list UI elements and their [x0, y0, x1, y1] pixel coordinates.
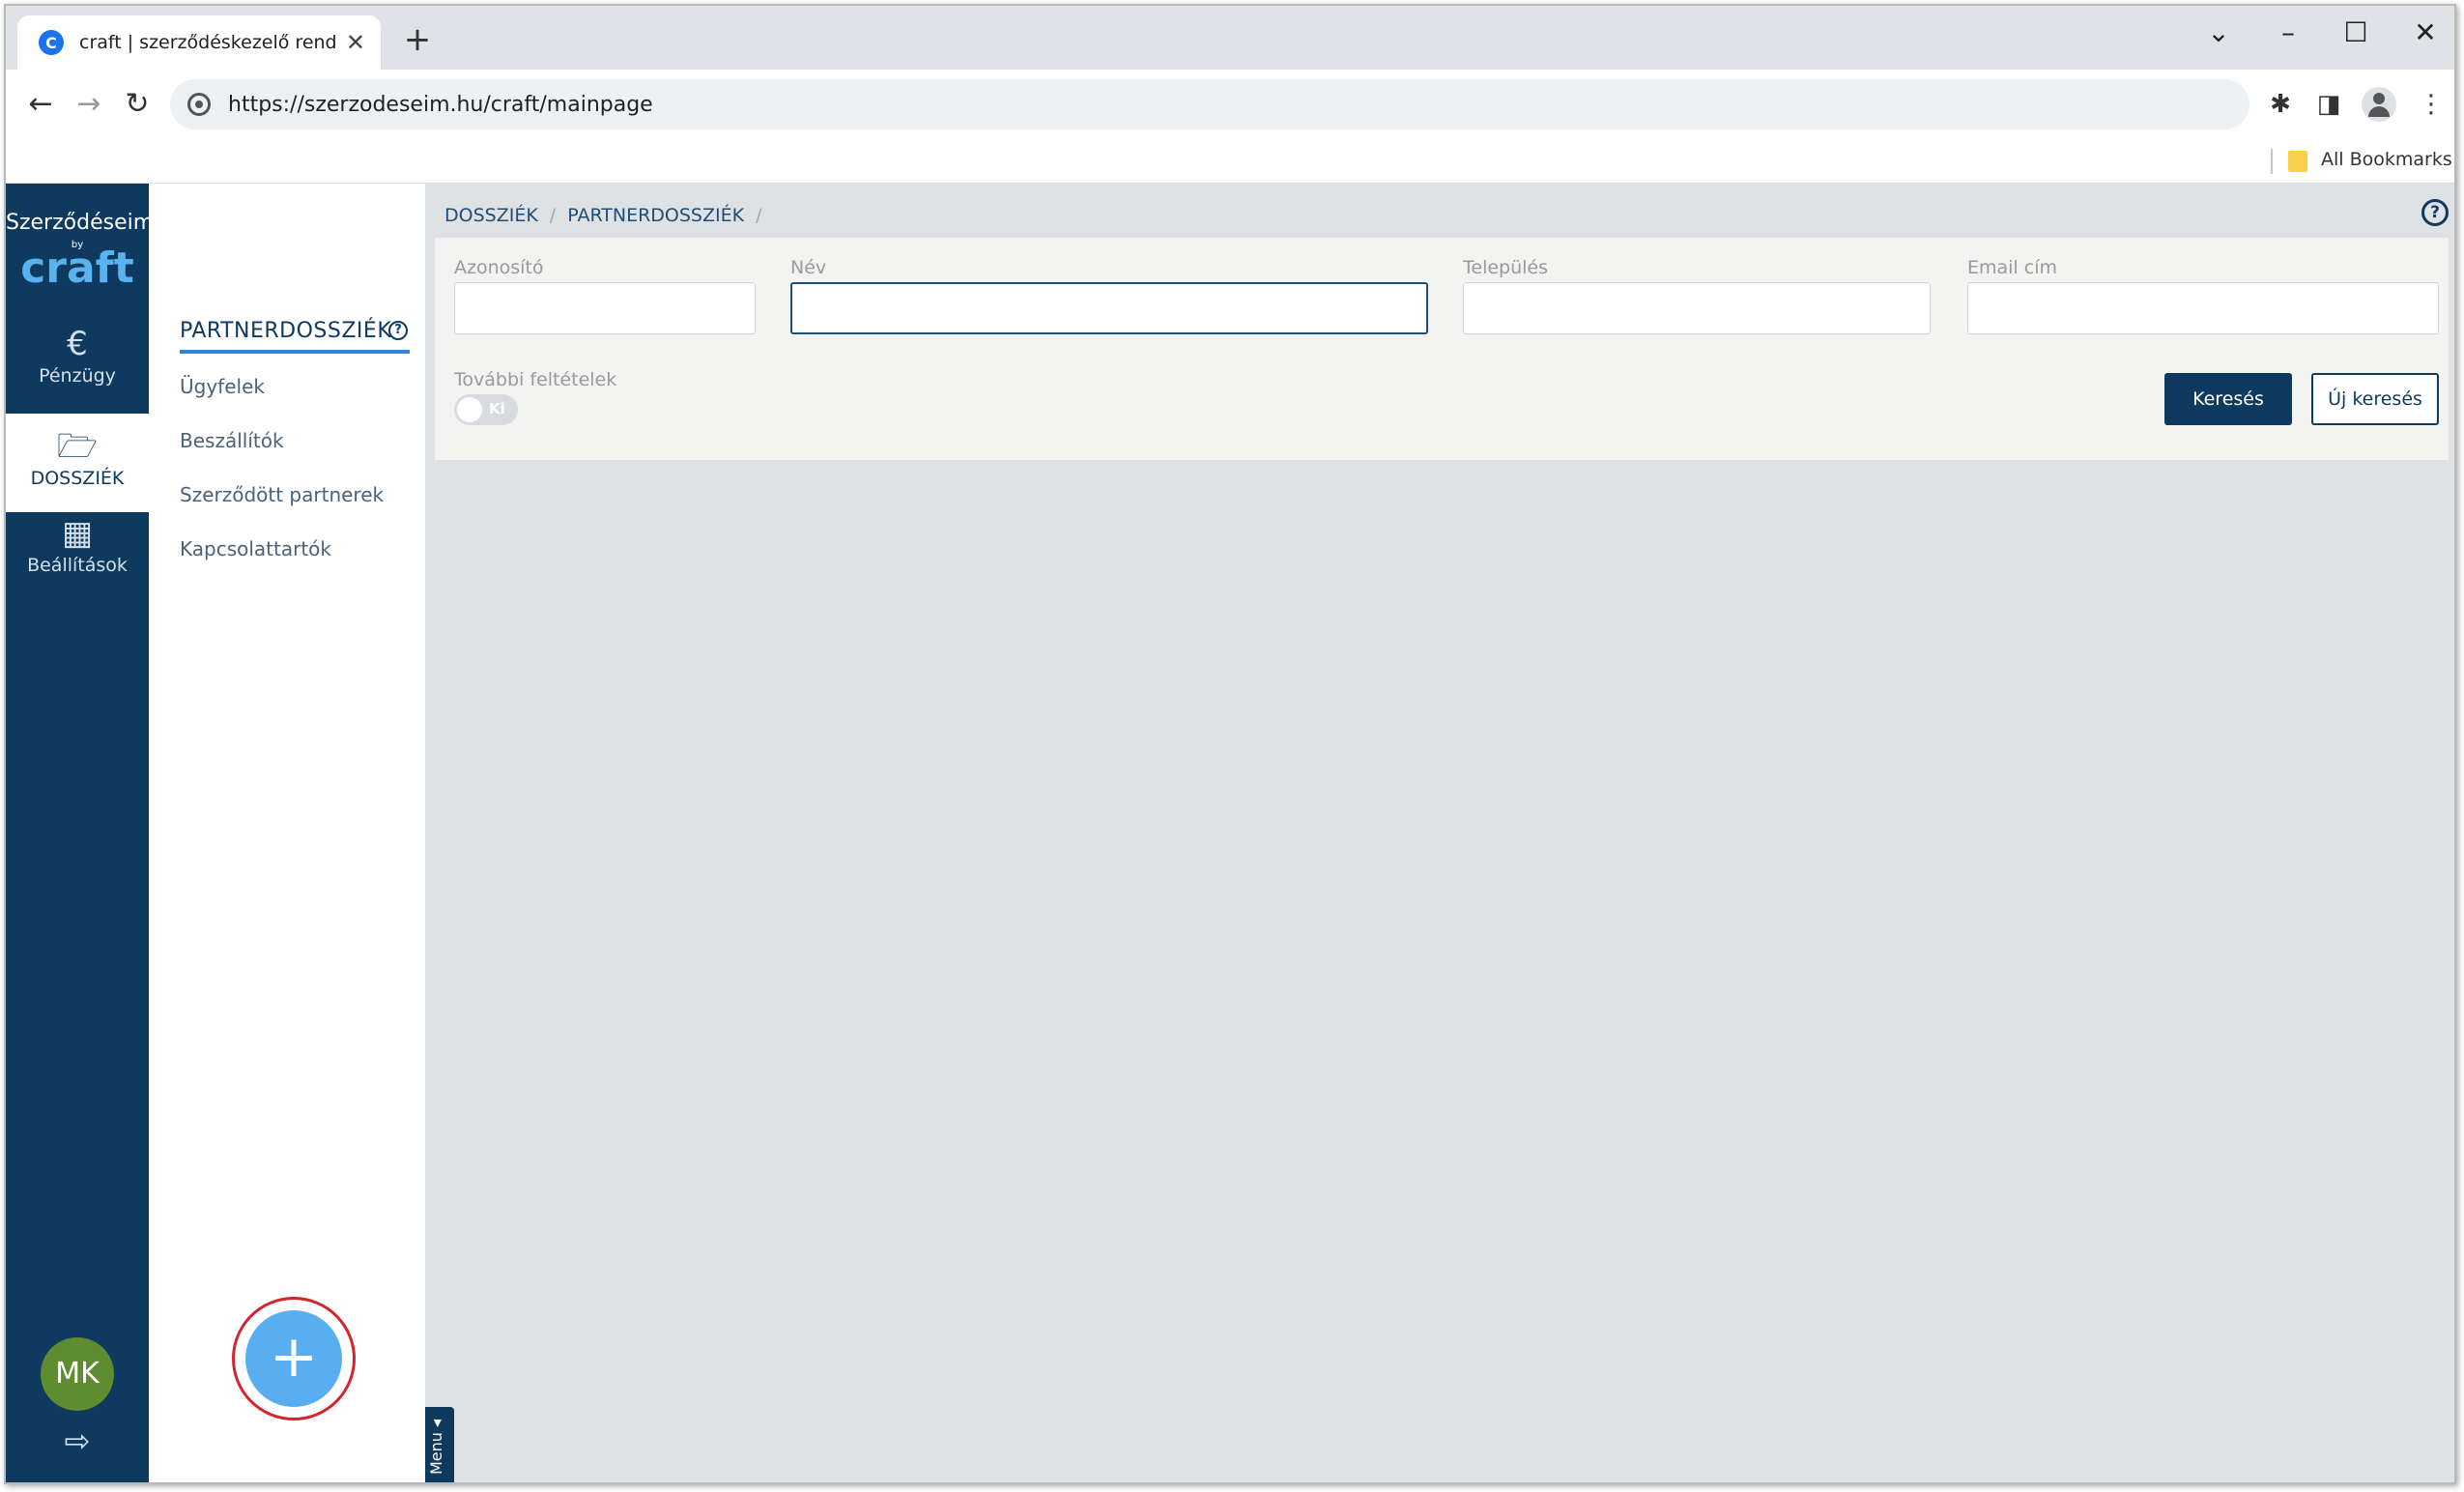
nev-input[interactable]: [790, 282, 1428, 334]
sidebar-item-label: Beállítások: [27, 555, 128, 576]
search-button[interactable]: Keresés: [2164, 373, 2292, 425]
all-bookmarks-link[interactable]: All Bookmarks: [2321, 149, 2452, 170]
subnav-item-szerzodott-partnerek[interactable]: Szerződött partnerek: [180, 483, 384, 506]
azonosito-input[interactable]: [454, 282, 756, 334]
breadcrumb-partnerdossziek[interactable]: PARTNERDOSSZIÉK: [567, 205, 744, 226]
browser-tab[interactable]: C craft | szerződéskezelő rendszer ✕: [17, 15, 381, 70]
bookmark-folder-icon[interactable]: [2288, 151, 2307, 172]
logo-text: Szerződéseim: [6, 211, 155, 235]
subnav-item-kapcsolattartok[interactable]: Kapcsolattartók: [180, 537, 331, 560]
telepules-input[interactable]: [1463, 282, 1931, 334]
minimize-icon[interactable]: –: [2259, 14, 2317, 52]
toggle-knob: [457, 397, 482, 422]
browser-toolbar: ← → ↻ https://szerzodeseim.hu/craft/main…: [6, 70, 2454, 137]
tab-title: craft | szerződéskezelő rendszer: [79, 32, 336, 53]
euro-icon: €: [67, 325, 88, 363]
window-close-icon[interactable]: ✕: [2396, 14, 2454, 52]
more-conditions-toggle[interactable]: Ki: [454, 394, 518, 425]
url-text: https://szerzodeseim.hu/craft/mainpage: [228, 92, 653, 117]
reload-icon[interactable]: ↻: [118, 85, 157, 124]
sidebar-item-label: Pénzügy: [39, 365, 116, 387]
breadcrumb: DOSSZIÉK / PARTNERDOSSZIÉK /: [444, 205, 773, 226]
sub-navigation: PARTNERDOSSZIÉK ? Ügyfelek Beszállítók S…: [149, 184, 425, 1482]
more-conditions-label: További feltételek: [454, 369, 617, 390]
nev-label: Név: [790, 257, 827, 278]
side-panel-icon[interactable]: ◨: [2309, 85, 2348, 124]
subnav-item-beszallitok[interactable]: Beszállítók: [180, 429, 284, 452]
forward-arrow-icon[interactable]: →: [70, 85, 108, 124]
filter-panel: Azonosító Név Település Email cím Tovább…: [435, 238, 2449, 460]
add-button[interactable]: +: [245, 1310, 342, 1407]
tab-search-chevron-icon[interactable]: ⌄: [2190, 14, 2248, 52]
bookmarks-separator: [2271, 149, 2273, 174]
main-sidebar: Szerződéseim by craft € Pénzügy 🗁 DOSSZI…: [6, 184, 155, 1482]
subnav-active-underline: [180, 350, 410, 354]
back-arrow-icon[interactable]: ←: [21, 85, 60, 124]
breadcrumb-separator: /: [549, 205, 557, 226]
tab-close-icon[interactable]: ✕: [346, 29, 365, 56]
menu-tab-label: Menu ◂: [427, 1419, 445, 1475]
telepules-label: Település: [1463, 257, 1549, 278]
profile-icon[interactable]: [2362, 87, 2396, 122]
app-root: Szerződéseim by craft € Pénzügy 🗁 DOSSZI…: [6, 184, 2454, 1482]
azonosito-label: Azonosító: [454, 257, 544, 278]
browser-window: C craft | szerződéskezelő rendszer ✕ + ⌄…: [4, 4, 2456, 1484]
logo-craft: craft: [20, 244, 134, 293]
building-icon: ▦: [61, 514, 94, 553]
new-search-button[interactable]: Új keresés: [2311, 373, 2439, 425]
tab-favicon-icon: C: [39, 30, 64, 55]
email-input[interactable]: [1967, 282, 2439, 334]
extensions-icon[interactable]: ✱: [2261, 85, 2300, 124]
breadcrumb-dossziek[interactable]: DOSSZIÉK: [444, 205, 538, 226]
subnav-help-icon[interactable]: ?: [388, 321, 408, 340]
sidebar-item-beallitasok[interactable]: ▦ Beállítások: [6, 514, 149, 601]
subnav-item-ugyfelek[interactable]: Ügyfelek: [180, 375, 265, 398]
sidebar-item-penzugy[interactable]: € Pénzügy: [6, 325, 149, 412]
toggle-state-text: Ki: [489, 400, 505, 417]
menu-toggle-tab[interactable]: Menu ◂: [425, 1407, 454, 1482]
sidebar-item-label: DOSSZIÉK: [30, 468, 125, 489]
new-tab-icon[interactable]: +: [398, 21, 437, 60]
site-info-icon[interactable]: [187, 93, 211, 116]
logout-icon[interactable]: ⇨: [6, 1422, 149, 1459]
main-content: DOSSZIÉK / PARTNERDOSSZIÉK / ? Azonosító Né…: [425, 184, 2454, 1482]
tab-strip: C craft | szerződéskezelő rendszer ✕ + ⌄…: [6, 6, 2454, 70]
address-bar[interactable]: https://szerzodeseim.hu/craft/mainpage: [170, 79, 2249, 129]
help-icon[interactable]: ?: [2421, 199, 2449, 226]
folder-open-icon: 🗁: [56, 427, 99, 466]
subnav-title[interactable]: PARTNERDOSSZIÉK: [180, 319, 391, 343]
kebab-menu-icon[interactable]: ⋮: [2412, 85, 2450, 124]
breadcrumb-separator: /: [756, 205, 762, 226]
bookmarks-bar: All Bookmarks: [6, 137, 2454, 184]
email-label: Email cím: [1967, 257, 2057, 278]
sidebar-item-dossziek[interactable]: 🗁 DOSSZIÉK: [6, 414, 149, 512]
maximize-icon[interactable]: ☐: [2327, 14, 2385, 52]
avatar[interactable]: MK: [41, 1337, 114, 1411]
